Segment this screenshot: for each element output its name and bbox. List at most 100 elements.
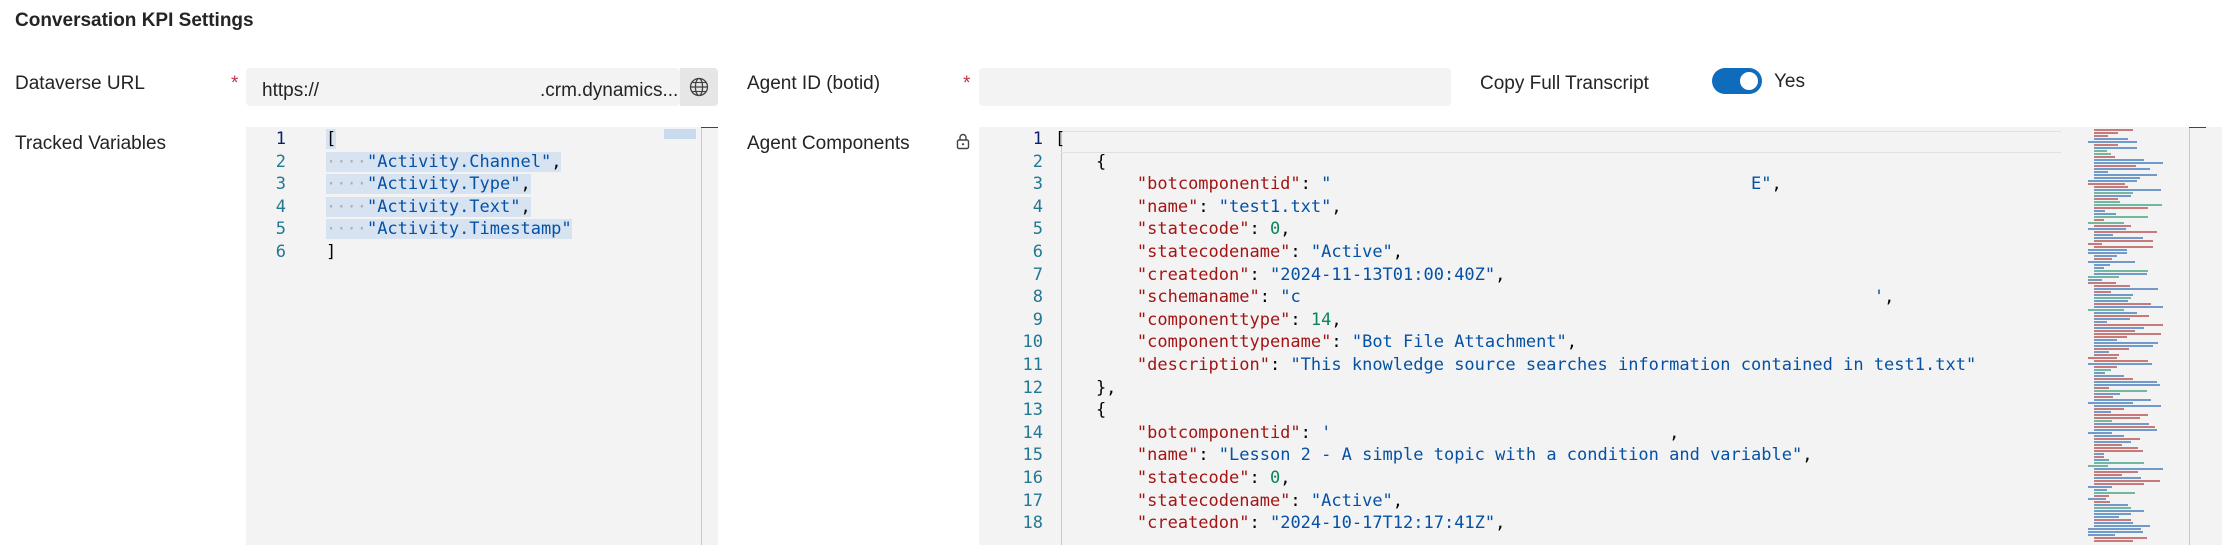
minimap-line bbox=[2088, 261, 2135, 263]
minimap-line bbox=[2094, 147, 2137, 149]
line-number: 16 bbox=[1022, 468, 1043, 488]
minimap-line bbox=[2094, 447, 2138, 449]
code-token: ···· bbox=[326, 196, 367, 217]
agent-id-required-mark: * bbox=[963, 73, 971, 94]
editor-scrollbar[interactable] bbox=[701, 127, 702, 545]
code-line: ····"Activity.Text", bbox=[326, 196, 531, 217]
code-line: "statecodename": "Active", bbox=[1055, 242, 1403, 262]
code-token: , bbox=[1884, 287, 1895, 308]
minimap-line bbox=[2094, 354, 2119, 356]
minimap-line bbox=[2094, 489, 2107, 491]
minimap-line bbox=[2094, 348, 2129, 350]
code-token: }, bbox=[1055, 377, 1117, 398]
minimap-line bbox=[2094, 453, 2104, 455]
minimap-line bbox=[2094, 330, 2135, 332]
code-token: 0 bbox=[1269, 468, 1281, 488]
code-line: "statecodename": "Active", bbox=[1055, 491, 1403, 511]
code-line: [ bbox=[326, 129, 337, 149]
minimap-viewport[interactable] bbox=[664, 129, 696, 139]
minimap-line bbox=[2088, 252, 2127, 254]
toggle-knob bbox=[1740, 72, 1758, 90]
minimap-line bbox=[2094, 423, 2149, 425]
minimap-line bbox=[2088, 282, 2116, 284]
line-number: 8 bbox=[1032, 287, 1043, 308]
line-number: 3 bbox=[275, 174, 286, 195]
code-line: }, bbox=[1055, 378, 1116, 398]
code-line: "statecode": 0, bbox=[1055, 219, 1291, 240]
minimap-line bbox=[2094, 375, 2124, 377]
open-url-button[interactable] bbox=[680, 68, 718, 106]
minimap-line bbox=[2094, 387, 2109, 389]
code-token: "description" bbox=[1136, 355, 1270, 375]
minimap-line bbox=[2094, 483, 2144, 485]
globe-icon bbox=[689, 77, 709, 97]
code-token: ···· bbox=[326, 219, 367, 240]
minimap-line bbox=[2094, 303, 2151, 305]
line-number: 5 bbox=[1032, 219, 1043, 240]
minimap-line bbox=[2094, 510, 2144, 512]
minimap-line bbox=[2094, 393, 2120, 395]
minimap-line bbox=[2094, 144, 2118, 146]
copy-transcript-toggle[interactable] bbox=[1712, 68, 1762, 94]
code-token: "test1.txt" bbox=[1218, 196, 1332, 217]
line-number: 18 bbox=[1022, 513, 1043, 534]
editor-minimap[interactable] bbox=[2086, 127, 2186, 545]
code-token: : bbox=[1249, 468, 1270, 488]
code-token: ···· bbox=[326, 174, 367, 195]
code-line: ] bbox=[326, 242, 336, 262]
code-line: "componenttypename": "Bot File Attachmen… bbox=[1055, 332, 1577, 352]
minimap-line bbox=[2094, 501, 2110, 503]
code-line: "botcomponentid": ' , bbox=[1055, 422, 1680, 443]
minimap-line bbox=[2094, 258, 2112, 260]
editor-scrollbar-cap bbox=[701, 127, 718, 128]
code-token: , bbox=[520, 174, 531, 195]
code-token: ' bbox=[1321, 422, 1332, 443]
minimap-line bbox=[2094, 474, 2122, 476]
code-token: : bbox=[1249, 219, 1270, 240]
minimap-line bbox=[2088, 357, 2117, 359]
minimap-line bbox=[2094, 195, 2131, 197]
minimap-line bbox=[2094, 174, 2157, 176]
line-number: 11 bbox=[1022, 355, 1043, 375]
code-token: { bbox=[1055, 400, 1107, 421]
line-number: 6 bbox=[275, 242, 286, 262]
minimap-line bbox=[2094, 189, 2161, 191]
minimap-line bbox=[2094, 204, 2162, 206]
code-token: , bbox=[1331, 196, 1342, 217]
code-token: "Active" bbox=[1310, 490, 1393, 511]
minimap-line bbox=[2094, 255, 2117, 257]
code-token: ···· bbox=[326, 151, 367, 172]
code-token: "2024-11-13T01:00:40Z" bbox=[1269, 264, 1496, 285]
code-token: 0 bbox=[1269, 219, 1281, 240]
line-number: 3 bbox=[1032, 174, 1043, 195]
agent-components-editor[interactable]: 1 [2 {3 "botcomponentid": " E", 4 "name": … bbox=[979, 127, 2222, 545]
minimap-line bbox=[2094, 300, 2128, 302]
code-token: , bbox=[1392, 490, 1404, 511]
code-token: "statecode" bbox=[1136, 219, 1250, 240]
minimap-line bbox=[2094, 342, 2158, 344]
minimap-line bbox=[2094, 207, 2148, 209]
minimap-line bbox=[2094, 468, 2163, 470]
minimap-line bbox=[2094, 333, 2161, 335]
minimap-line bbox=[2094, 525, 2150, 527]
minimap-line bbox=[2094, 408, 2124, 410]
minimap-line bbox=[2094, 168, 2150, 170]
dataverse-url-input[interactable]: https:// .crm.dynamics... bbox=[246, 68, 680, 106]
minimap-line bbox=[2094, 150, 2107, 152]
agent-id-input[interactable] bbox=[979, 68, 1451, 106]
minimap-line bbox=[2094, 396, 2113, 398]
code-token: : bbox=[1198, 196, 1219, 217]
tracked-variables-editor[interactable]: 1[2 ····"Activity.Channel", 3 ····"Activity… bbox=[246, 127, 718, 545]
code-line: "name": "Lesson 2 - A simple topic with … bbox=[1055, 445, 1813, 465]
code-token: " bbox=[1321, 174, 1332, 195]
minimap-line bbox=[2094, 153, 2111, 155]
editor-scrollbar[interactable] bbox=[2189, 127, 2190, 545]
minimap-line bbox=[2094, 267, 2104, 269]
minimap-line bbox=[2094, 294, 2133, 296]
minimap-line bbox=[2088, 279, 2102, 281]
